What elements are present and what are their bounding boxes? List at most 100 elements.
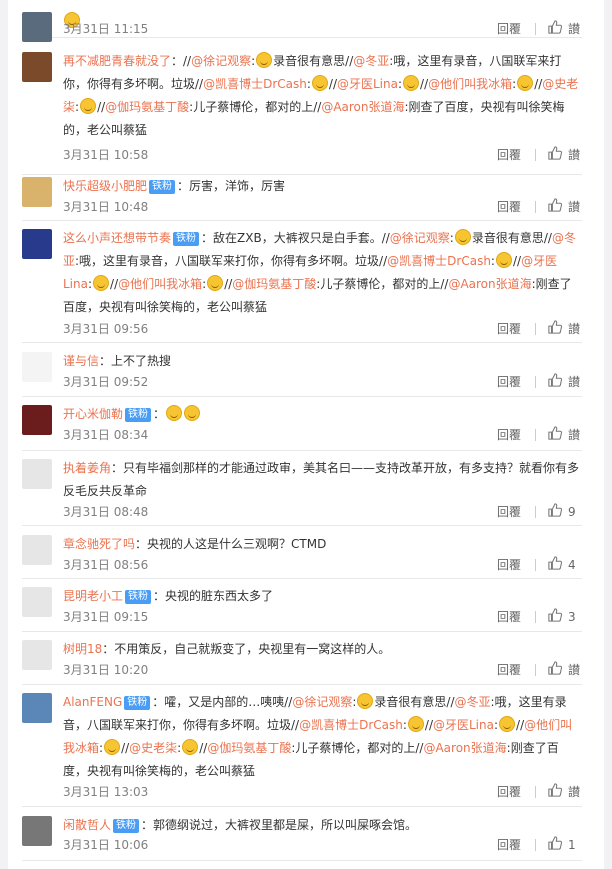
username-link[interactable]: 执着姜角 (63, 461, 111, 475)
username-link[interactable]: 这么小声还想带节奏 (63, 231, 171, 245)
avatar[interactable] (22, 177, 52, 207)
reply-button[interactable]: 回覆 (497, 198, 521, 215)
mention-link[interactable]: @冬亚 (353, 54, 389, 68)
comment-actions: 回覆 3 (497, 608, 582, 625)
emoji-icon (517, 75, 534, 91)
thumbs-up-icon (548, 20, 568, 37)
comment-actions: 回覆 讃 (497, 146, 582, 163)
mention-link[interactable]: @Aaron张道海 (423, 741, 506, 755)
reply-button[interactable]: 回覆 (497, 783, 521, 800)
mention-link[interactable]: @徐记观察 (390, 231, 450, 245)
mention-link[interactable]: @牙医Lina (337, 77, 398, 91)
like-button[interactable]: 讃 (548, 373, 582, 390)
comment-text: 执着姜角：只有毕福剑那样的才能通过政审，美其名曰——支持改革开放，有多支持？就看… (63, 457, 582, 503)
comment-text-segment: : (251, 54, 256, 68)
reply-button[interactable]: 回覆 (497, 146, 521, 163)
divider (535, 200, 536, 213)
like-count: 4 (568, 557, 576, 572)
reply-button[interactable]: 回覆 (497, 556, 521, 573)
comment-text-segment: : (397, 77, 403, 91)
comment-text-segment: : (352, 695, 357, 709)
username-link[interactable]: 再不减肥青春就没了 (63, 54, 171, 68)
emoji-icon (80, 98, 97, 114)
divider (535, 610, 536, 623)
avatar[interactable] (22, 587, 52, 617)
like-count: 讃 (568, 663, 581, 677)
comment-text-segment: : (177, 741, 182, 755)
reply-button[interactable]: 回覆 (497, 426, 521, 443)
mention-link[interactable]: @他们叫我冰箱 (428, 77, 512, 91)
fan-badge: 铁粉 (124, 696, 151, 710)
like-button[interactable]: 讃 (548, 198, 582, 215)
mention-link[interactable]: @他们叫我冰箱 (118, 277, 202, 291)
like-button[interactable]: 讃 (548, 20, 582, 37)
comment-text-segment: // (420, 77, 429, 91)
reply-button[interactable]: 回覆 (497, 320, 521, 337)
mention-link[interactable]: @徐记观察 (292, 695, 352, 709)
avatar[interactable] (22, 352, 52, 382)
mention-link[interactable]: @冬亚 (455, 695, 491, 709)
mention-link[interactable]: @伽玛氨基丁酸 (232, 277, 316, 291)
reply-button[interactable]: 回覆 (497, 836, 521, 853)
like-button[interactable]: 讃 (548, 661, 582, 678)
comment-text: 树明18：不用策反，自己就叛变了，央视里有一窝这样的人。 (63, 638, 582, 661)
username-link[interactable]: 谨与信 (63, 354, 99, 368)
avatar[interactable] (22, 52, 52, 82)
reply-button[interactable]: 回覆 (497, 661, 521, 678)
avatar[interactable] (22, 405, 52, 435)
mention-link[interactable]: @凯喜博士DrCash (387, 254, 491, 268)
username-link[interactable]: 章念驰死了吗 (63, 537, 135, 551)
mention-link[interactable]: @史老柒 (129, 741, 177, 755)
reply-button[interactable]: 回覆 (497, 20, 521, 37)
mention-link[interactable]: @Aaron张道海 (321, 100, 404, 114)
comment-text-segment: // (328, 77, 337, 91)
like-button[interactable]: 1 (548, 836, 582, 853)
thumbs-up-icon (548, 608, 568, 625)
comment-text-segment: : (402, 718, 407, 732)
comment-text-segment: :哦，这里有录音，八国联军来打你，你得有多坏啊。垃圾// (75, 254, 388, 268)
username-link[interactable]: 快乐超级小肥肥 (63, 179, 147, 193)
like-button[interactable]: 9 (548, 503, 582, 520)
avatar[interactable] (22, 229, 52, 259)
avatar[interactable] (22, 693, 52, 723)
divider (535, 505, 536, 518)
like-count: 讃 (568, 200, 581, 214)
fan-badge: 铁粉 (125, 408, 152, 422)
username-link[interactable]: 开心米伽勒 (63, 407, 123, 421)
avatar[interactable] (22, 12, 52, 42)
timestamp: 3月31日 09:15 (63, 610, 149, 624)
mention-link[interactable]: @伽玛氨基丁酸 (105, 100, 189, 114)
thumbs-up-icon (548, 146, 568, 163)
mention-link[interactable]: @Aaron张道海 (448, 277, 531, 291)
comment-meta: 3月31日 10:06 回覆 1 (63, 836, 582, 854)
mention-link[interactable]: @伽玛氨基丁酸 (207, 741, 291, 755)
avatar[interactable] (22, 816, 52, 846)
mention-link[interactable]: @牙医Lina (433, 718, 494, 732)
like-button[interactable]: 讃 (548, 320, 582, 337)
comment-meta: 3月31日 09:56 回覆 讃 (63, 320, 582, 338)
like-button[interactable]: 讃 (548, 146, 582, 163)
thumbs-up-icon (548, 836, 568, 853)
comment-text-segment: :儿子蔡博伦，都对的上// (291, 741, 424, 755)
reply-button[interactable]: 回覆 (497, 608, 521, 625)
like-button[interactable]: 4 (548, 556, 582, 573)
avatar[interactable] (22, 640, 52, 670)
divider (535, 428, 536, 441)
username-link[interactable]: 树明18 (63, 642, 102, 656)
mention-link[interactable]: @凯喜博士DrCash (299, 718, 403, 732)
avatar[interactable] (22, 535, 52, 565)
mention-link[interactable]: @徐记观察 (191, 54, 251, 68)
avatar[interactable] (22, 459, 52, 489)
username-link[interactable]: AlanFENG (63, 695, 122, 709)
username-link[interactable]: 闲散哲人 (63, 818, 111, 832)
like-button[interactable]: 讃 (548, 426, 582, 443)
timestamp: 3月31日 10:58 (63, 148, 149, 162)
comment-text-segment: : (490, 254, 495, 268)
reply-button[interactable]: 回覆 (497, 373, 521, 390)
reply-button[interactable]: 回覆 (497, 503, 521, 520)
comment-list: 3月31日 11:15 回覆讃再不减肥青春就没了：//@徐记观察: 录音很有意思//… (8, 0, 604, 869)
like-button[interactable]: 讃 (548, 783, 582, 800)
mention-link[interactable]: @凯喜博士DrCash (203, 77, 307, 91)
username-link[interactable]: 昆明老小工 (63, 589, 123, 603)
like-button[interactable]: 3 (548, 608, 582, 625)
